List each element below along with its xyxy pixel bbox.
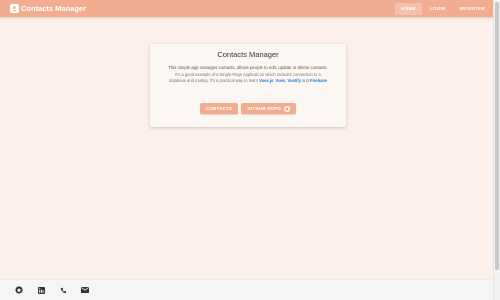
scrollbar-thumb[interactable] xyxy=(495,2,499,270)
app-title: Contacts Manager xyxy=(21,4,87,13)
intro-card: Contacts Manager This simple app manages… xyxy=(150,44,346,127)
card-description-3: database and routing. It's a practical w… xyxy=(150,78,346,85)
github-repo-button-label: Github Repo xyxy=(247,106,282,111)
contacts-button-label: Contacts xyxy=(205,106,233,111)
card-title: Contacts Manager xyxy=(217,50,279,59)
contact-book-icon xyxy=(10,4,19,13)
github-icon[interactable] xyxy=(15,286,23,294)
app-bar: Contacts Manager Home Login Register xyxy=(0,0,493,17)
nav-home[interactable]: Home xyxy=(395,2,422,15)
linkedin-icon[interactable] xyxy=(37,286,45,294)
brand[interactable]: Contacts Manager xyxy=(10,4,86,13)
email-icon[interactable] xyxy=(81,286,89,294)
sep-comma-1: , xyxy=(273,78,275,83)
github-repo-button[interactable]: Github Repo xyxy=(241,103,297,114)
github-icon xyxy=(284,105,291,112)
card-description-3-prefix: database and routing. It's a practical w… xyxy=(169,78,258,83)
contacts-button[interactable]: Contacts xyxy=(199,103,239,114)
nav-register[interactable]: Register xyxy=(454,3,491,15)
tech-link-vuejs[interactable]: Vuex.js xyxy=(259,78,273,83)
tech-link-vuex[interactable]: Vuex xyxy=(276,78,286,83)
tech-link-vuetify[interactable]: Vuetify xyxy=(287,78,301,83)
tech-link-firebase[interactable]: Firebase xyxy=(310,78,327,83)
page-scrollbar[interactable] xyxy=(493,0,500,300)
footer xyxy=(0,279,493,300)
nav-bar: Home Login Register xyxy=(395,0,493,17)
phone-icon[interactable] xyxy=(59,286,67,294)
card-description: This simple app manages contacts, allows… xyxy=(168,65,328,70)
nav-login[interactable]: Login xyxy=(424,3,452,15)
card-actions: Contacts Github Repo xyxy=(150,103,346,114)
sep-and: and xyxy=(302,78,309,83)
